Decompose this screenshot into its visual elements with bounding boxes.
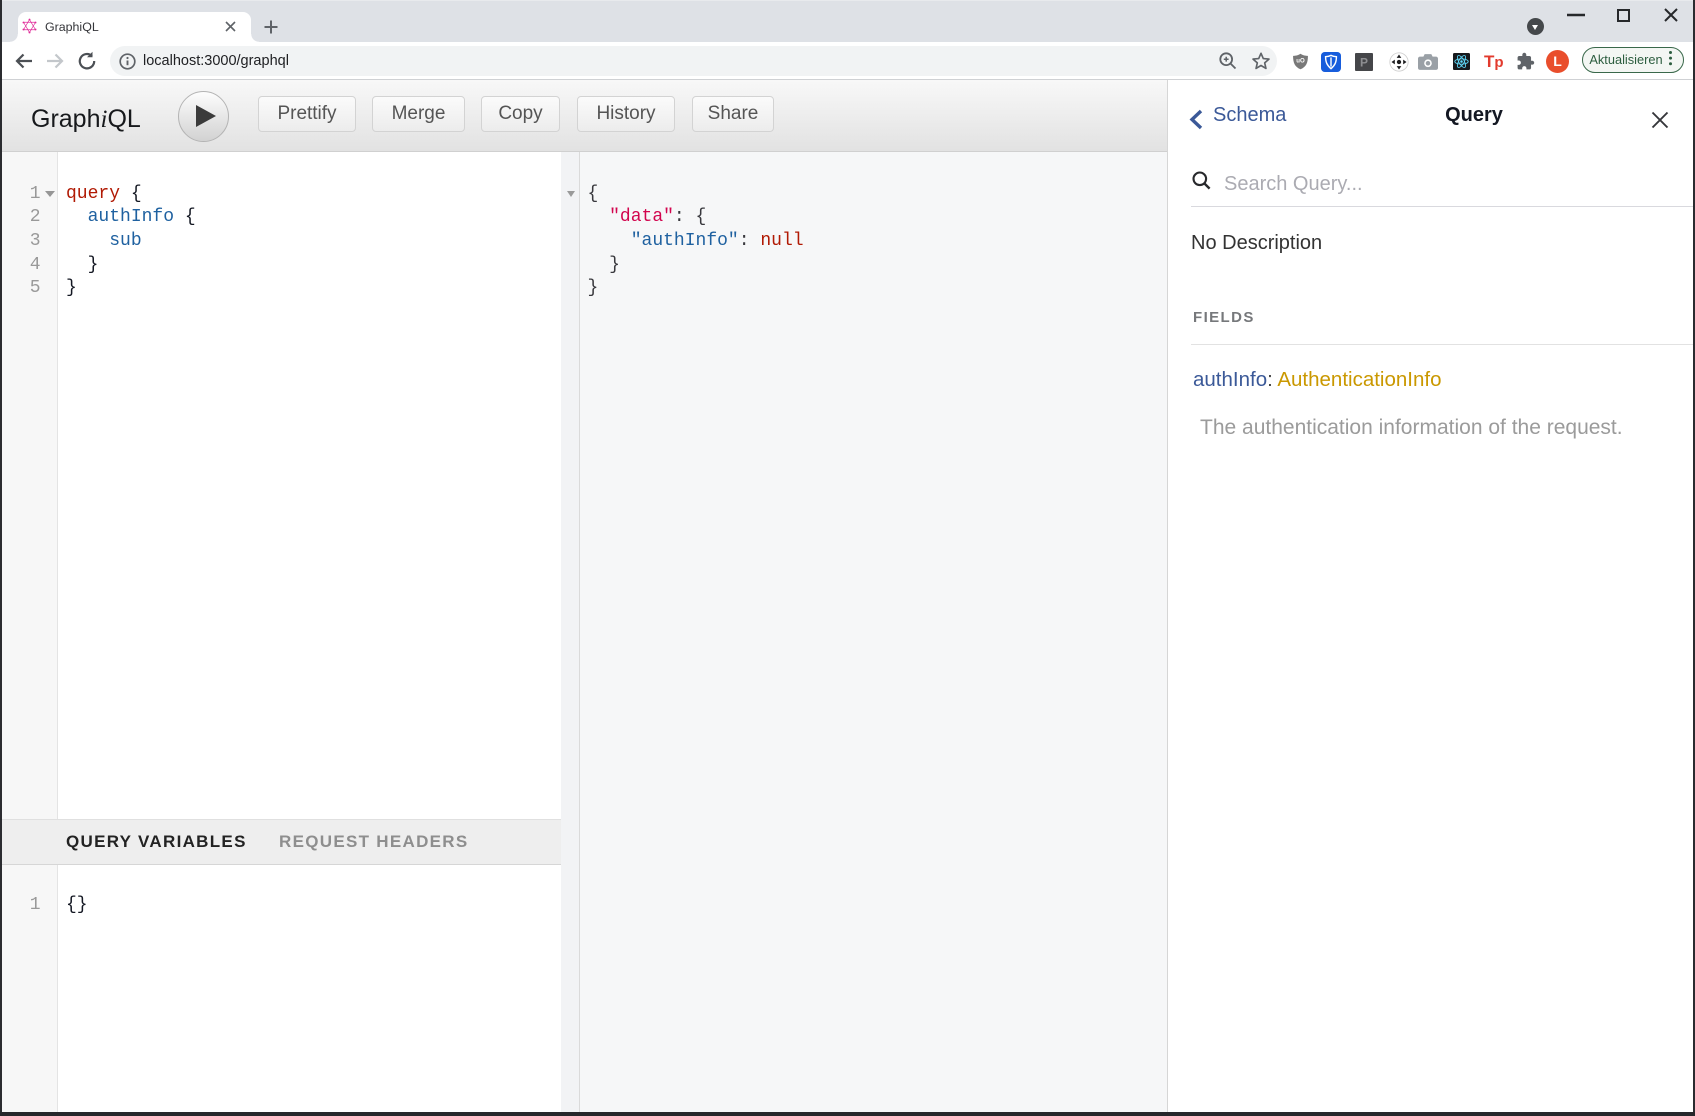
- svg-text:uO: uO: [1296, 58, 1305, 65]
- svg-text:P: P: [1360, 55, 1368, 69]
